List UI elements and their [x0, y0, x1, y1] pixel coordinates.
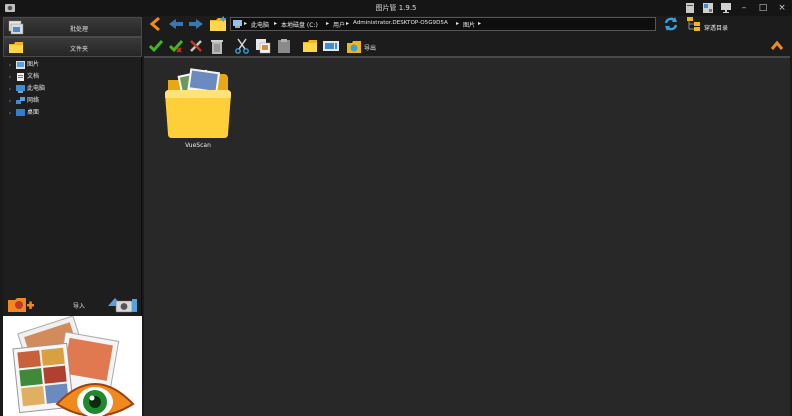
folder-icon: [165, 68, 231, 138]
export-label[interactable]: 导出: [364, 43, 376, 52]
monitor-icon[interactable]: [720, 2, 732, 14]
batch-label: 批处理: [69, 26, 88, 33]
file-view: VueScan: [144, 56, 790, 416]
sidebar: 批处理 文件夹 图片 文档 此电脑 网络 桌面 导入: [3, 16, 142, 416]
title-bar: 图片管 1.9.5 – □ ×: [0, 0, 792, 16]
slideshow-icon[interactable]: [322, 38, 340, 54]
back-orange-icon[interactable]: [148, 16, 164, 32]
trash-icon[interactable]: [208, 37, 226, 55]
copy-icon[interactable]: [255, 38, 271, 54]
folder-item[interactable]: VueScan: [162, 66, 234, 150]
tree-item-desktop[interactable]: 桌面: [9, 107, 45, 119]
tree-item-pictures[interactable]: 图片: [9, 59, 45, 71]
tools-icon[interactable]: [188, 38, 204, 54]
tree-folders-icon[interactable]: [686, 16, 702, 32]
import-label[interactable]: 导入: [73, 301, 85, 310]
folder-tab-button[interactable]: 文件夹: [3, 37, 142, 57]
camera-import-icon[interactable]: [106, 296, 138, 314]
check-partial-icon[interactable]: [168, 38, 184, 54]
path-segment[interactable]: 本地磁盘 (C:): [281, 20, 318, 29]
tree-label: 图片: [27, 61, 40, 68]
address-bar[interactable]: ▸ 此电脑 ▸ 本地磁盘 (C:) ▸ 用户 ▸ Administrator.D…: [230, 17, 656, 31]
collapse-up-icon[interactable]: [770, 39, 784, 51]
batch-icon: [8, 20, 24, 35]
view-grid-icon[interactable]: [702, 2, 714, 14]
refresh-icon[interactable]: [663, 16, 679, 32]
tree-label: 网络: [27, 97, 40, 104]
import-bar: 导入: [3, 294, 142, 316]
desktop-icon: [16, 109, 25, 116]
close-button[interactable]: ×: [775, 2, 789, 14]
main-toolbar: ▸ 此电脑 ▸ 本地磁盘 (C:) ▸ 用户 ▸ Administrator.D…: [144, 16, 792, 56]
maximize-button[interactable]: □: [756, 2, 770, 14]
path-segment[interactable]: Administrator.DESKTOP-O5G9D5A: [353, 20, 448, 26]
folder-tree: 图片 文档 此电脑 网络 桌面: [9, 59, 45, 119]
tree-item-network[interactable]: 网络: [9, 95, 45, 107]
path-separator: ▸: [346, 20, 350, 27]
batch-process-button[interactable]: 批处理: [3, 17, 142, 37]
path-segment[interactable]: 此电脑: [251, 20, 269, 29]
export-icon[interactable]: [346, 38, 362, 54]
photo-eye-logo-icon: [12, 316, 135, 416]
path-separator: ▸: [456, 20, 460, 27]
network-icon: [16, 97, 25, 104]
check-icon[interactable]: [148, 38, 164, 54]
tree-label: 文档: [27, 73, 40, 80]
paste-icon[interactable]: [276, 38, 292, 54]
window-title: 图片管 1.9.5: [375, 4, 417, 12]
path-segment[interactable]: 用户: [333, 20, 345, 29]
folder-label: 文件夹: [69, 46, 88, 53]
app-logo: [3, 316, 142, 416]
path-separator: ▸: [274, 20, 278, 27]
pictures-icon: [16, 61, 25, 69]
tree-item-documents[interactable]: 文档: [9, 71, 45, 83]
cut-icon[interactable]: [234, 38, 250, 54]
path-separator: ▸: [244, 20, 248, 27]
path-separator: ▸: [326, 20, 330, 27]
add-folder-icon[interactable]: [7, 296, 35, 314]
path-segment[interactable]: 图片: [463, 20, 475, 29]
folder-icon: [9, 42, 23, 53]
computer-icon: [16, 85, 25, 93]
arrow-left-icon[interactable]: [168, 16, 184, 32]
tree-label: 桌面: [27, 109, 40, 116]
folder-name: VueScan: [185, 142, 211, 149]
tree-item-this-pc[interactable]: 此电脑: [9, 83, 45, 95]
through-directory-label[interactable]: 穿透目录: [704, 23, 728, 32]
new-folder-icon[interactable]: [302, 38, 318, 54]
minimize-button[interactable]: –: [737, 2, 751, 14]
arrow-right-icon[interactable]: [188, 16, 204, 32]
documents-icon: [17, 73, 24, 81]
view-list-icon[interactable]: [684, 2, 696, 14]
tree-label: 此电脑: [27, 85, 46, 92]
path-separator: ▸: [478, 20, 482, 27]
computer-icon: [233, 20, 242, 28]
folder-up-icon[interactable]: [209, 15, 227, 33]
